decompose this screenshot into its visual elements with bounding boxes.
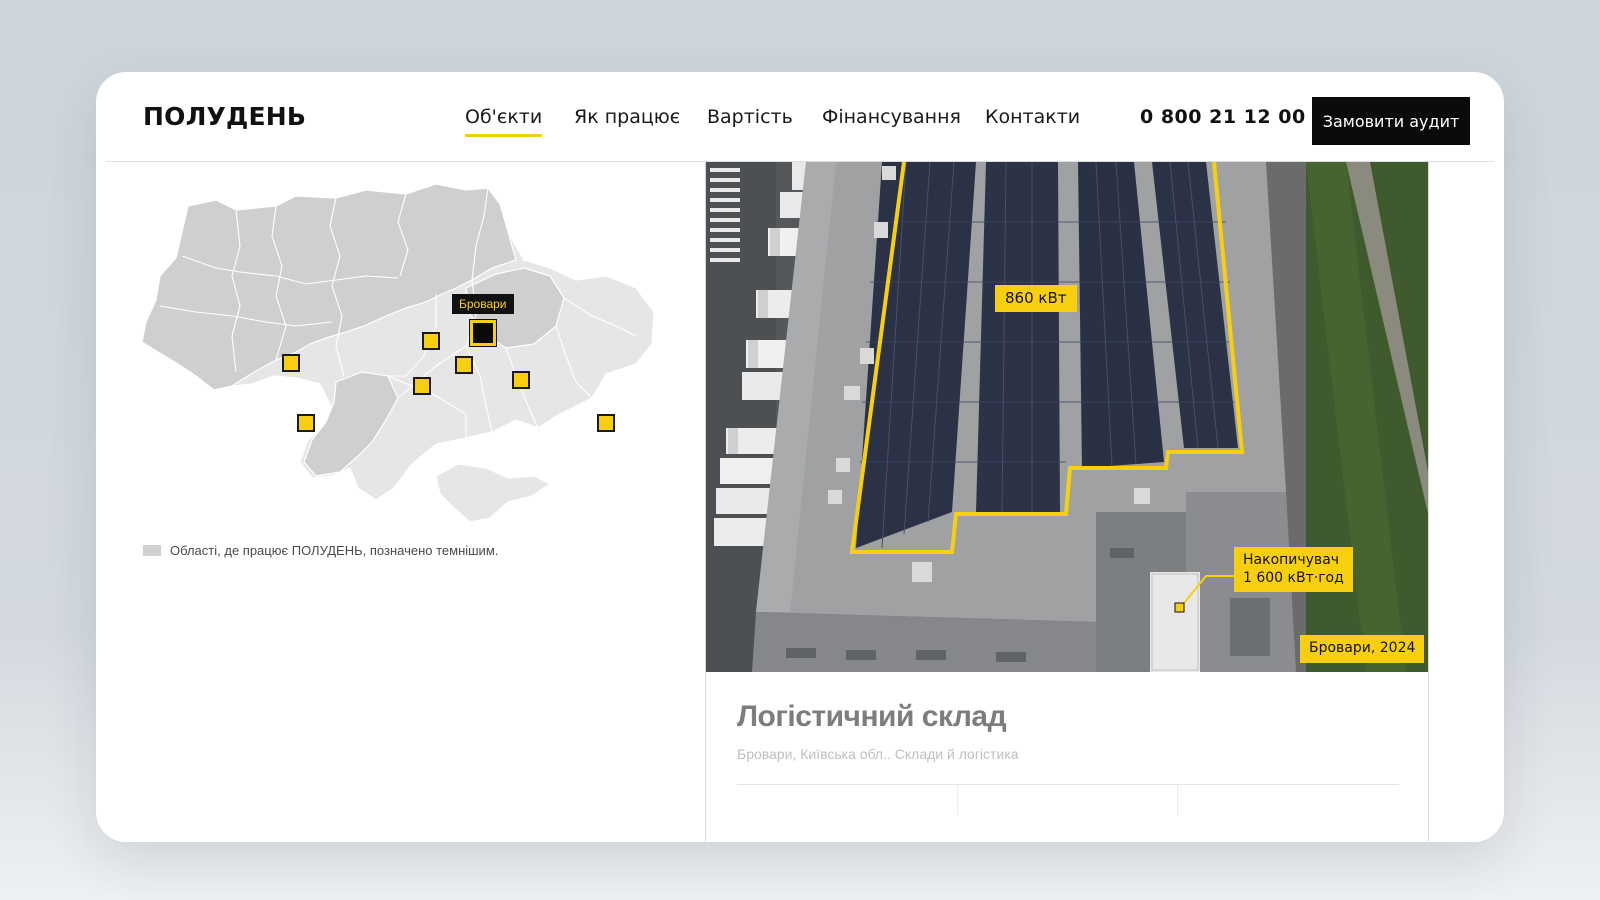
map-marker-vinnytsia[interactable] — [413, 377, 431, 395]
ukraine-map-shape — [141, 183, 655, 523]
logo[interactable]: ПОЛУДЕНЬ — [143, 102, 306, 131]
map-region-crimea[interactable] — [435, 463, 552, 523]
nav-item-pricing[interactable]: Вартість — [707, 106, 793, 128]
nav-item-contacts[interactable]: Контакти — [985, 106, 1080, 128]
map-marker-brovary-selected[interactable] — [469, 319, 497, 347]
project-photo: 860 кВт Накопичувач 1 600 кВт·год Бровар… — [706, 162, 1428, 672]
legend-text: Області, де працює ПОЛУДЕНЬ, позначено т… — [170, 543, 499, 558]
map-marker-poltava[interactable] — [512, 371, 530, 389]
battery-container — [1150, 572, 1200, 672]
nav-item-how-it-works[interactable]: Як працює — [574, 106, 680, 128]
aerial-warehouse-illustration — [706, 162, 1428, 672]
spec-column-divider-1 — [957, 785, 958, 815]
legend-swatch — [143, 545, 161, 556]
map-legend: Області, де працює ПОЛУДЕНЬ, позначено т… — [143, 543, 498, 558]
storage-tag: Накопичувач 1 600 кВт·год — [1234, 547, 1353, 592]
nav-item-objects[interactable]: Об'єкти — [465, 106, 543, 137]
map-tooltip: Бровари — [452, 294, 514, 314]
order-audit-button[interactable]: Замовити аудит — [1312, 97, 1470, 145]
browser-window: ПОЛУДЕНЬ Об'єкти Як працює Вартість Фіна… — [96, 72, 1504, 842]
spec-columns — [737, 785, 1399, 815]
map-marker-dnipro[interactable] — [597, 414, 615, 432]
nav-item-financing[interactable]: Фінансування — [822, 106, 961, 128]
project-title: Логістичний склад — [737, 700, 1007, 733]
storage-tag-line1: Накопичувач — [1243, 552, 1340, 568]
power-tag: 860 кВт — [995, 285, 1077, 312]
map-marker-uzhhorod[interactable] — [297, 414, 315, 432]
project-info: Логістичний склад Бровари, Київська обл.… — [737, 700, 1399, 815]
map-marker-lviv[interactable] — [282, 354, 300, 372]
spec-column-divider-2 — [1177, 785, 1178, 815]
storage-tag-line2: 1 600 кВт·год — [1243, 569, 1344, 586]
site-header: ПОЛУДЕНЬ Об'єкти Як працює Вартість Фіна… — [96, 72, 1504, 162]
ukraine-map: Бровари — [136, 176, 676, 526]
map-marker-kyiv[interactable] — [455, 356, 473, 374]
project-subtitle: Бровари, Київська обл.. Склади й логісти… — [737, 746, 1019, 762]
map-marker-zhytomyr[interactable] — [422, 332, 440, 350]
location-tag: Бровари, 2024 — [1300, 635, 1425, 663]
phone-link[interactable]: 0 800 21 12 00 — [1140, 106, 1306, 128]
project-card: 860 кВт Накопичувач 1 600 кВт·год Бровар… — [705, 162, 1429, 842]
